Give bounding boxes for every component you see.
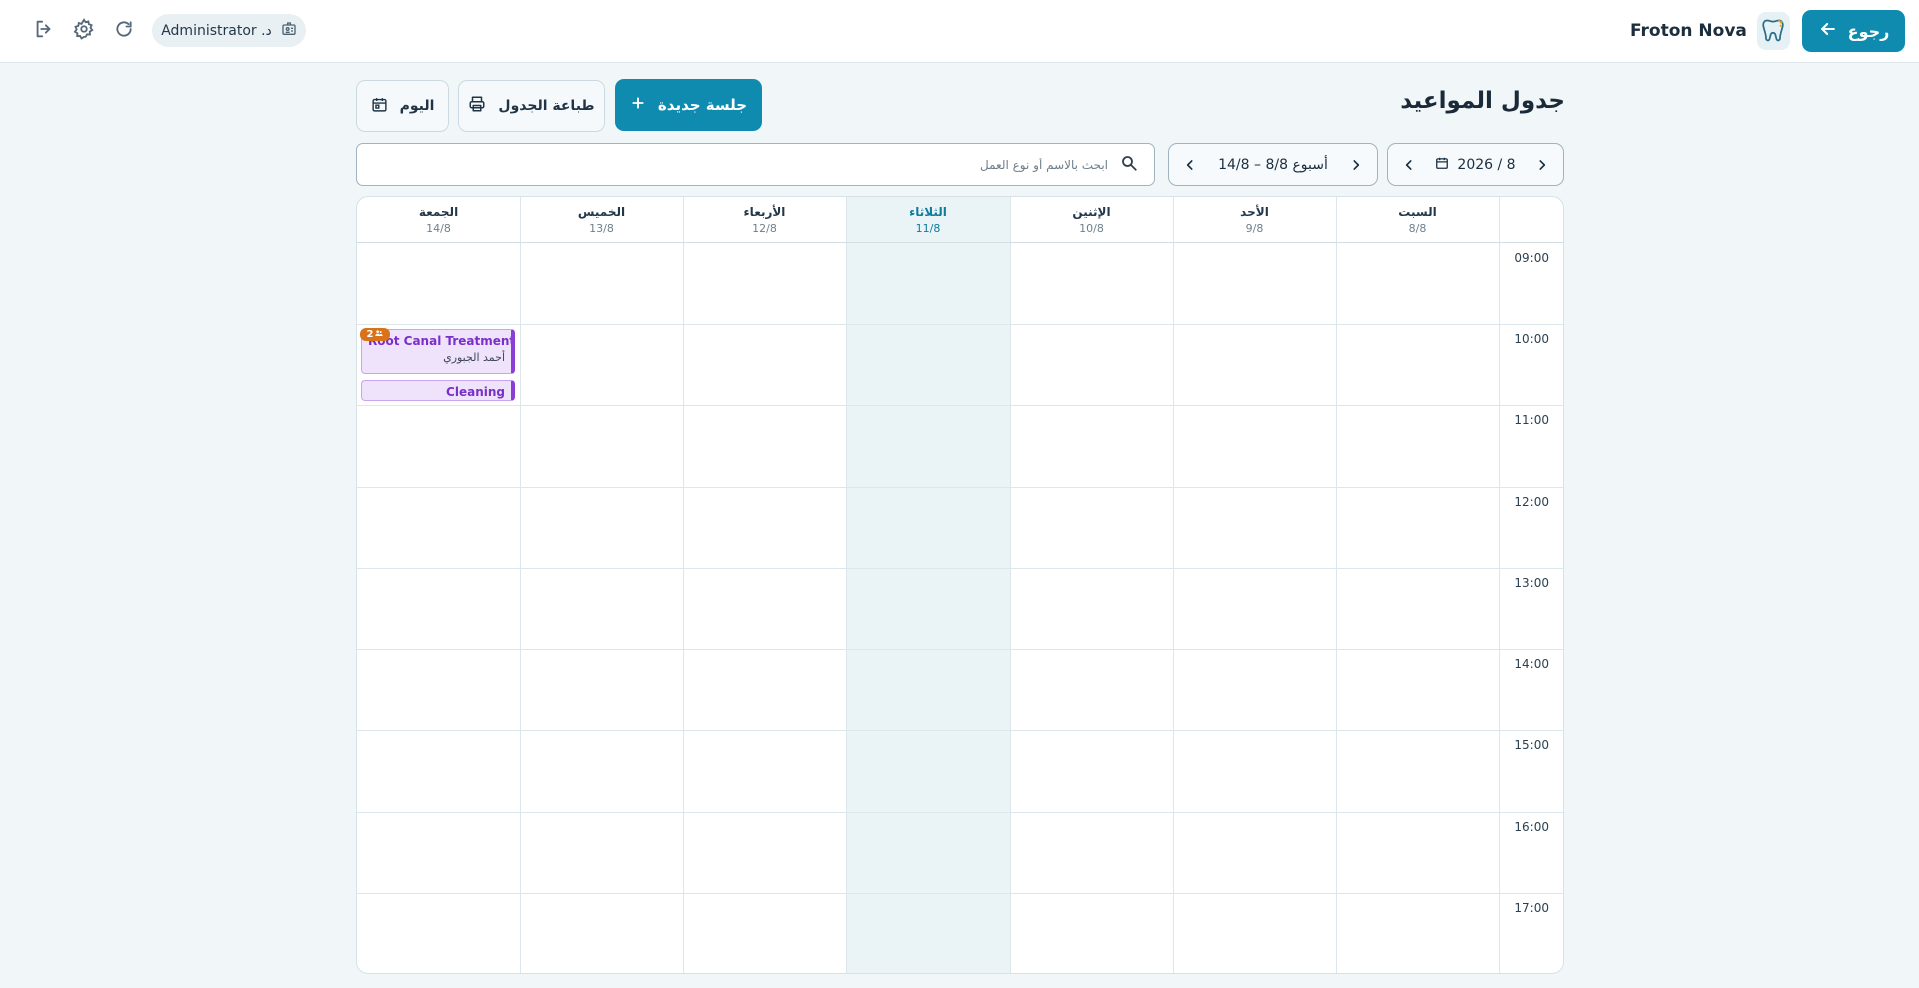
back-label: رجوع bbox=[1847, 21, 1890, 41]
people-icon bbox=[375, 329, 384, 340]
next-month-chevron-right-icon[interactable] bbox=[1531, 154, 1553, 176]
today-label: اليوم bbox=[399, 98, 435, 114]
day-name: الجمعة bbox=[418, 205, 459, 219]
today-button[interactable]: اليوم bbox=[356, 80, 449, 132]
day-column-sunday[interactable] bbox=[1173, 197, 1336, 973]
user-name: د. Administrator bbox=[161, 22, 272, 39]
day-date: 13/8 bbox=[589, 222, 614, 235]
overlap-count-badge: 2 bbox=[360, 328, 390, 341]
hour-label: 10:00 bbox=[1514, 332, 1549, 346]
calendar-small-icon bbox=[1435, 156, 1449, 174]
day-date: 8/8 bbox=[1408, 222, 1427, 235]
tooth-logo-icon bbox=[1756, 12, 1790, 50]
hour-row: 12:00 bbox=[357, 487, 1563, 509]
day-header: الجمعة 14/8 bbox=[357, 197, 520, 243]
new-session-label: جلسة جديدة bbox=[657, 96, 748, 114]
settings-gear-icon[interactable] bbox=[69, 14, 99, 44]
hour-label: 17:00 bbox=[1514, 901, 1549, 915]
day-date: 10/8 bbox=[1079, 222, 1104, 235]
day-name: الخميس bbox=[577, 205, 626, 219]
day-date: 9/8 bbox=[1245, 222, 1264, 235]
hour-label: 12:00 bbox=[1514, 495, 1549, 509]
hour-label: 09:00 bbox=[1514, 251, 1549, 265]
appointment-patient: أحمد الجبوري bbox=[443, 351, 505, 364]
day-column-wednesday[interactable] bbox=[683, 197, 846, 973]
hour-label: 16:00 bbox=[1514, 820, 1549, 834]
day-header: الخميس 13/8 bbox=[520, 197, 683, 243]
day-header-today: الثلاثاء 11/8 bbox=[846, 197, 1010, 243]
printer-icon bbox=[468, 95, 486, 117]
appointment-card[interactable]: Cleaning bbox=[361, 380, 515, 401]
hour-row: 15:00 bbox=[357, 730, 1563, 752]
month-navigator: 8 / 2026 bbox=[1387, 143, 1564, 186]
day-column-friday[interactable] bbox=[357, 197, 520, 973]
back-button[interactable]: رجوع bbox=[1802, 10, 1905, 52]
search-input[interactable] bbox=[357, 144, 1120, 185]
top-bar: د. Administrator Froton Nova رجوع bbox=[0, 0, 1919, 63]
prev-month-chevron-left-icon[interactable] bbox=[1398, 154, 1420, 176]
month-picker[interactable]: 8 / 2026 bbox=[1435, 156, 1516, 174]
search-box[interactable] bbox=[356, 143, 1155, 186]
hour-row: 13:00 bbox=[357, 568, 1563, 590]
week-label: أسبوع 8/8 – 14/8 bbox=[1218, 156, 1328, 173]
print-label: طباعة الجدول bbox=[498, 98, 595, 114]
overlap-count: 2 bbox=[366, 329, 374, 340]
hour-label: 13:00 bbox=[1514, 576, 1549, 590]
month-label: 8 / 2026 bbox=[1457, 156, 1516, 173]
logout-icon[interactable] bbox=[29, 14, 59, 44]
page-title: جدول المواعيد bbox=[1400, 88, 1565, 114]
hour-row: 16:00 bbox=[357, 812, 1563, 834]
day-name: الثلاثاء bbox=[909, 205, 947, 219]
refresh-icon[interactable] bbox=[109, 14, 139, 44]
print-schedule-button[interactable]: طباعة الجدول bbox=[458, 80, 605, 132]
hour-row: 17:00 bbox=[357, 893, 1563, 915]
id-badge-icon bbox=[281, 21, 297, 41]
day-date: 12/8 bbox=[752, 222, 777, 235]
hour-row: 10:00 bbox=[357, 324, 1563, 346]
day-date: 14/8 bbox=[426, 222, 451, 235]
day-column-tuesday-today[interactable] bbox=[846, 197, 1010, 973]
appointment-title: Cleaning bbox=[446, 385, 505, 399]
search-icon bbox=[1120, 154, 1138, 176]
week-calendar: السبت 8/8 الأحد 9/8 الإثنين 10/8 الثلاثا… bbox=[356, 196, 1564, 974]
time-header bbox=[1499, 197, 1563, 243]
day-header: الأربعاء 12/8 bbox=[683, 197, 846, 243]
arrow-left-icon bbox=[1818, 19, 1838, 43]
brand: Froton Nova bbox=[1630, 12, 1790, 50]
hour-row: 11:00 bbox=[357, 405, 1563, 427]
day-column-thursday[interactable] bbox=[520, 197, 683, 973]
day-name: السبت bbox=[1398, 205, 1437, 219]
hour-label: 11:00 bbox=[1514, 413, 1549, 427]
day-name: الأحد bbox=[1240, 205, 1269, 219]
prev-week-chevron-left-icon[interactable] bbox=[1179, 154, 1201, 176]
day-column-saturday[interactable] bbox=[1336, 197, 1499, 973]
hour-label: 15:00 bbox=[1514, 738, 1549, 752]
day-name: الإثنين bbox=[1072, 205, 1111, 219]
next-week-chevron-right-icon[interactable] bbox=[1345, 154, 1367, 176]
week-navigator: أسبوع 8/8 – 14/8 bbox=[1168, 143, 1378, 186]
user-chip[interactable]: د. Administrator bbox=[152, 14, 306, 47]
day-header: السبت 8/8 bbox=[1336, 197, 1499, 243]
hour-label: 14:00 bbox=[1514, 657, 1549, 671]
brand-name: Froton Nova bbox=[1630, 21, 1747, 41]
new-session-button[interactable]: جلسة جديدة bbox=[615, 79, 762, 131]
day-header: الإثنين 10/8 bbox=[1010, 197, 1173, 243]
day-name: الأربعاء bbox=[743, 205, 786, 219]
hour-row: 14:00 bbox=[357, 649, 1563, 671]
day-header: الأحد 9/8 bbox=[1173, 197, 1336, 243]
day-column-monday[interactable] bbox=[1010, 197, 1173, 973]
day-date: 11/8 bbox=[915, 222, 941, 235]
calendar-icon bbox=[371, 96, 388, 117]
plus-icon bbox=[630, 95, 646, 115]
